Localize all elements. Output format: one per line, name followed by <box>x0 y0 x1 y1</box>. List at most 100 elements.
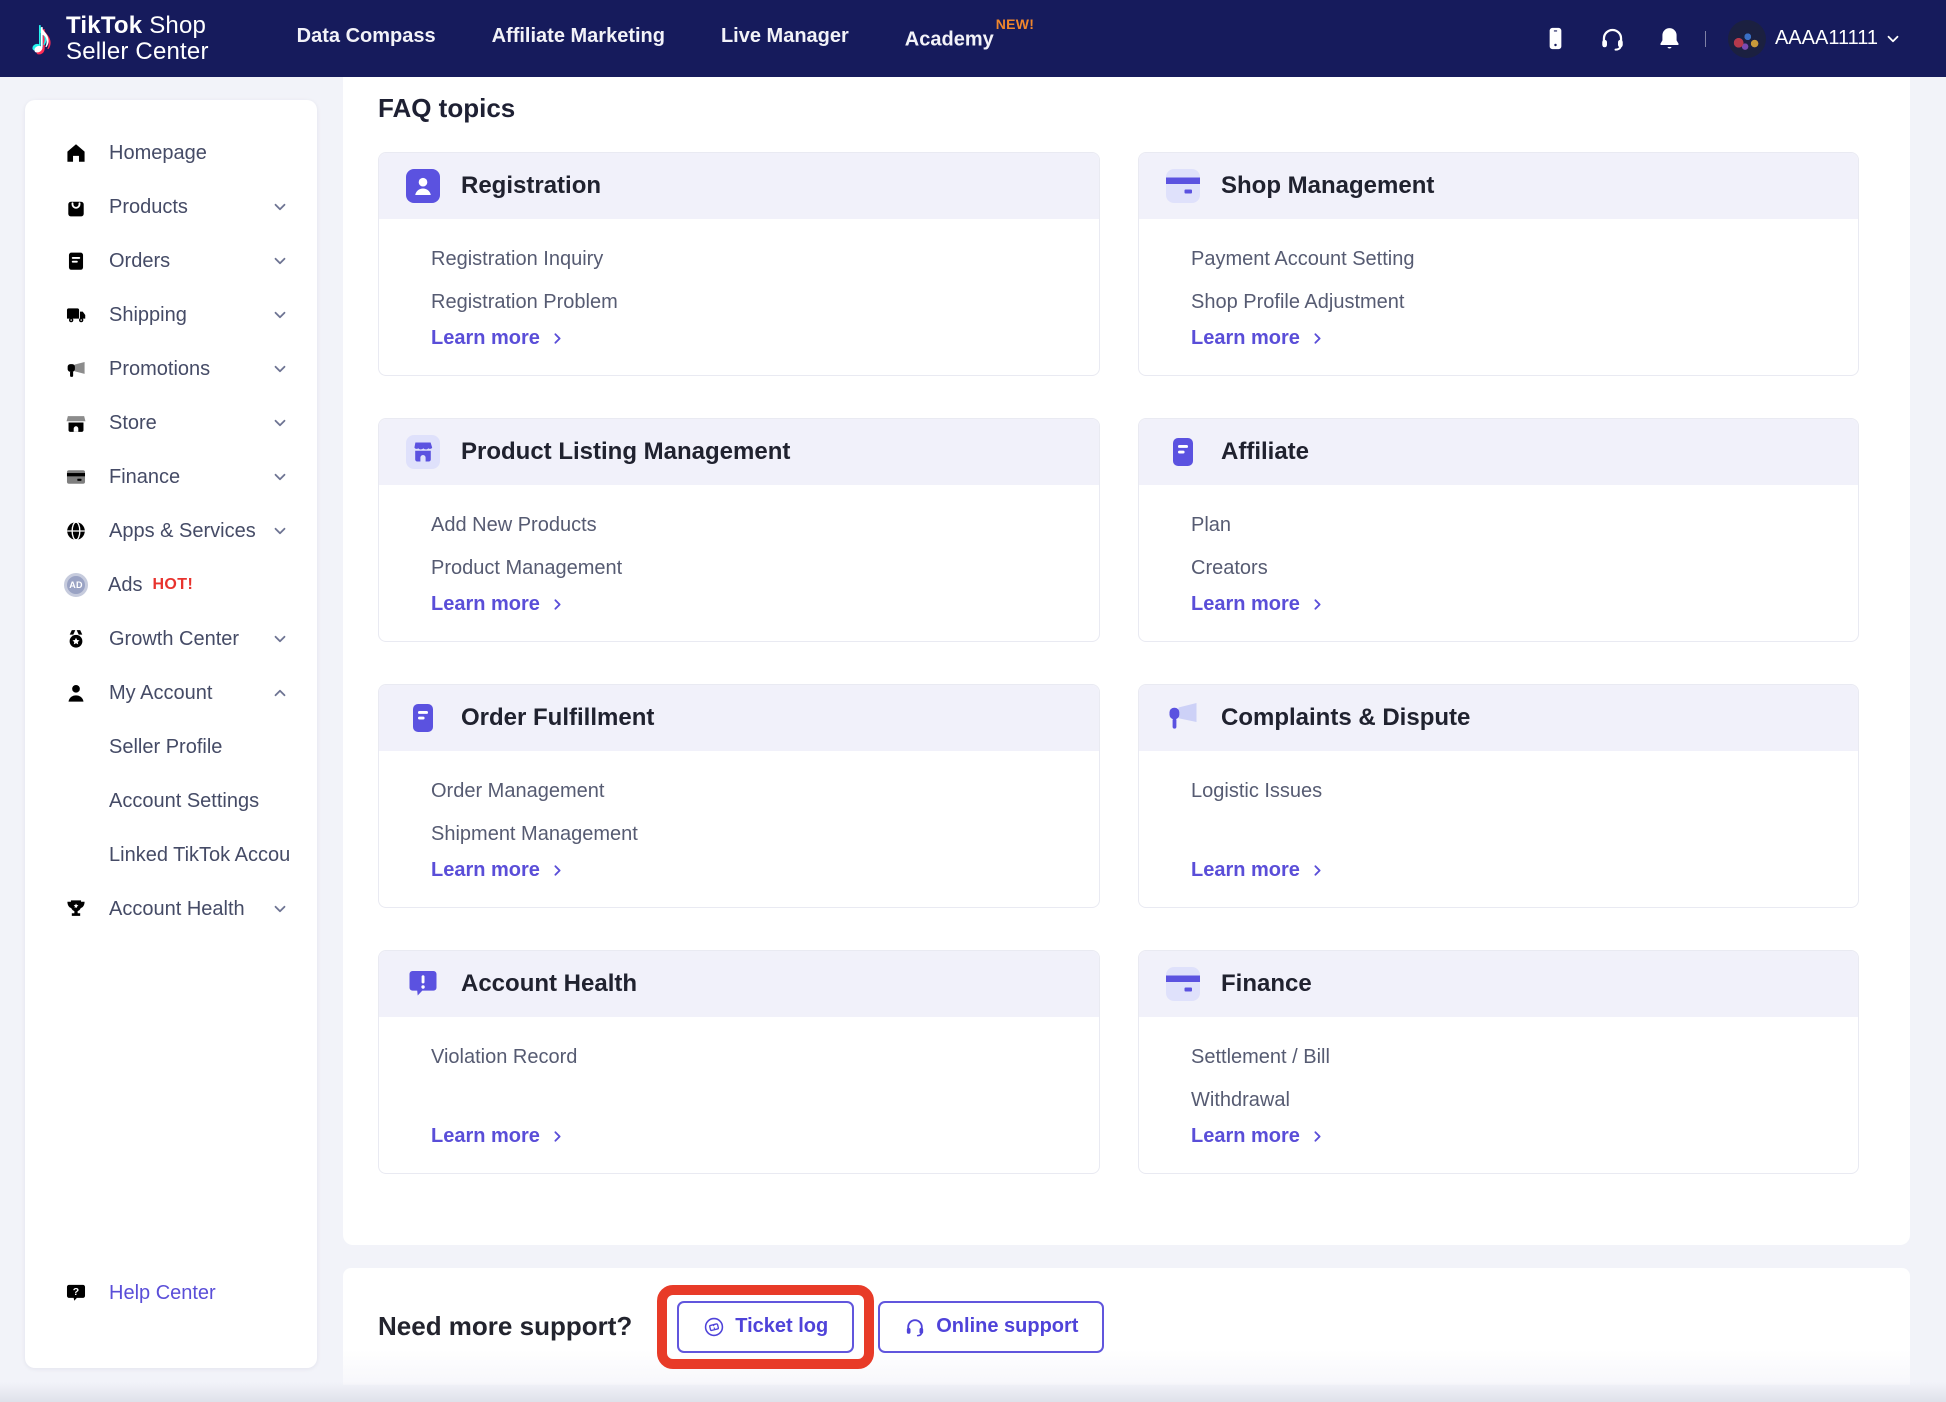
nav-live-manager[interactable]: Live Manager <box>721 25 849 52</box>
faq-topic-link[interactable]: Add New Products <box>431 504 597 547</box>
faq-card-title: Product Listing Management <box>461 438 791 465</box>
sidebar-item-account-health[interactable]: Account Health <box>25 882 317 936</box>
faq-topic-link[interactable]: Plan <box>1191 504 1231 547</box>
faq-topic-link[interactable]: Creators <box>1191 547 1268 590</box>
faq-topic-link[interactable]: Registration Problem <box>431 281 618 324</box>
tiktok-note-icon: ♪ <box>30 10 53 63</box>
sidebar-item-label: Ads <box>108 573 143 596</box>
faq-topic-link[interactable]: Shop Profile Adjustment <box>1191 281 1404 324</box>
notification-bell-icon[interactable] <box>1656 25 1683 52</box>
sidebar-item-homepage[interactable]: Homepage <box>25 126 317 180</box>
faq-card-header: Order Fulfillment <box>379 685 1099 751</box>
learn-more-link[interactable]: Learn more <box>431 327 566 350</box>
user-name[interactable]: AAAA11111 <box>1775 27 1878 50</box>
headset-icon <box>904 1316 926 1338</box>
faq-card-title: Shop Management <box>1221 172 1435 199</box>
sidebar-item-orders[interactable]: Orders <box>25 234 317 288</box>
user-avatar[interactable] <box>1727 19 1766 58</box>
sidebar-item-shipping[interactable]: Shipping <box>25 288 317 342</box>
chevron-right-icon <box>549 1128 566 1145</box>
megaphone-icon <box>65 358 87 380</box>
sidebar-item-label: Help Center <box>109 1281 216 1304</box>
online-support-button[interactable]: Online support <box>878 1300 1105 1353</box>
ads-icon: AD <box>64 573 88 597</box>
document-icon <box>406 701 440 735</box>
learn-more-label: Learn more <box>431 327 540 349</box>
sidebar-item-label: Account Settings <box>109 789 260 812</box>
sidebar-item-my-account[interactable]: My Account <box>25 666 317 720</box>
faq-topic-link[interactable]: Order Management <box>431 770 604 813</box>
learn-more-link[interactable]: Learn more <box>431 593 566 616</box>
sidebar-item-linked-tiktok-accounts[interactable]: Linked TikTok Accou... <box>25 828 317 882</box>
faq-card-account-health: Account Health Violation Record Learn mo… <box>378 950 1100 1174</box>
faq-card-header: Registration <box>379 153 1099 219</box>
sidebar-item-apps-services[interactable]: Apps & Services <box>25 504 317 558</box>
learn-more-link[interactable]: Learn more <box>431 1125 566 1148</box>
learn-more-link[interactable]: Learn more <box>1191 1125 1326 1148</box>
sidebar-item-ads[interactable]: AD Ads HOT! <box>25 558 317 612</box>
faq-topic-link[interactable]: Product Management <box>431 547 622 590</box>
faq-topic-link[interactable]: Shipment Management <box>431 813 638 856</box>
faq-card-body: Violation Record Learn more <box>379 1017 1099 1173</box>
learn-more-link[interactable]: Learn more <box>1191 593 1326 616</box>
ticket-log-button[interactable]: Ticket log <box>677 1300 855 1353</box>
seller-center-page: ♪ TikTok Shop Seller Center Data Compass… <box>0 0 1946 1402</box>
tiktok-shop-logo[interactable]: ♪ TikTok Shop Seller Center <box>30 10 209 65</box>
support-prompt: Need more support? <box>378 1311 633 1341</box>
sidebar-item-products[interactable]: Products <box>25 180 317 234</box>
faq-topic-link[interactable]: Withdrawal <box>1191 1079 1290 1122</box>
registration-person-icon <box>406 169 440 203</box>
sidebar-item-finance[interactable]: Finance <box>25 450 317 504</box>
faq-topic-link[interactable]: Registration Inquiry <box>431 238 603 281</box>
sidebar-item-promotions[interactable]: Promotions <box>25 342 317 396</box>
chevron-down-icon <box>271 900 289 918</box>
learn-more-label: Learn more <box>431 593 540 615</box>
sidebar-item-store[interactable]: Store <box>25 396 317 450</box>
chevron-down-icon[interactable] <box>1884 30 1902 48</box>
faq-topic-link[interactable]: Violation Record <box>431 1036 577 1079</box>
support-headset-icon[interactable] <box>1599 25 1626 52</box>
nav-academy-label: Academy <box>904 28 994 51</box>
chevron-right-icon <box>1309 862 1326 879</box>
faq-topic-link[interactable]: Logistic Issues <box>1191 770 1322 813</box>
faq-card-body: Plan Creators Learn more <box>1139 485 1858 641</box>
faq-card-header: Affiliate <box>1139 419 1858 485</box>
faq-card-title: Order Fulfillment <box>461 704 655 731</box>
faq-topic-link[interactable]: Payment Account Setting <box>1191 238 1414 281</box>
sidebar-item-help-center[interactable]: Help Center <box>25 1266 317 1320</box>
learn-more-label: Learn more <box>431 859 540 881</box>
red-highlight-annotation: Ticket log <box>657 1284 875 1369</box>
chevron-down-icon <box>271 360 289 378</box>
support-section: Need more support? Ticket log Online sup… <box>343 1268 1910 1385</box>
sidebar-item-label: Promotions <box>109 357 211 380</box>
faq-card-shop-management: Shop Management Payment Account Setting … <box>1138 152 1859 376</box>
faq-card-header: Complaints & Dispute <box>1139 685 1858 751</box>
logo-text: TikTok Shop Seller Center <box>66 12 209 65</box>
nav-academy[interactable]: AcademyNEW! <box>904 16 1034 52</box>
nav-affiliate-marketing[interactable]: Affiliate Marketing <box>492 25 665 52</box>
faq-topic-link[interactable]: Settlement / Bill <box>1191 1036 1330 1079</box>
sidebar-item-label: Apps & Services <box>109 519 256 542</box>
learn-more-link[interactable]: Learn more <box>1191 327 1326 350</box>
faq-card-title: Finance <box>1221 970 1312 997</box>
truck-icon <box>65 304 87 326</box>
chevron-down-icon <box>271 522 289 540</box>
document-icon <box>1166 435 1200 469</box>
chevron-right-icon <box>1309 330 1326 347</box>
sidebar-item-account-settings[interactable]: Account Settings <box>25 774 317 828</box>
payment-card-icon <box>1166 169 1200 203</box>
top-nav-menu: Data Compass Affiliate Marketing Live Ma… <box>297 16 1035 52</box>
sidebar-item-label: Seller Profile <box>109 735 223 758</box>
nav-data-compass[interactable]: Data Compass <box>297 25 436 52</box>
learn-more-link[interactable]: Learn more <box>1191 859 1326 882</box>
chevron-right-icon <box>1309 596 1326 613</box>
faq-card-title: Account Health <box>461 970 638 997</box>
sidebar-item-label: Account Health <box>109 897 245 920</box>
mobile-app-icon[interactable] <box>1542 25 1569 52</box>
sidebar-item-seller-profile[interactable]: Seller Profile <box>25 720 317 774</box>
ticket-log-label: Ticket log <box>735 1315 829 1337</box>
person-icon <box>65 682 87 704</box>
sidebar-item-growth-center[interactable]: Growth Center <box>25 612 317 666</box>
payment-card-icon <box>1166 967 1200 1001</box>
learn-more-link[interactable]: Learn more <box>431 859 566 882</box>
